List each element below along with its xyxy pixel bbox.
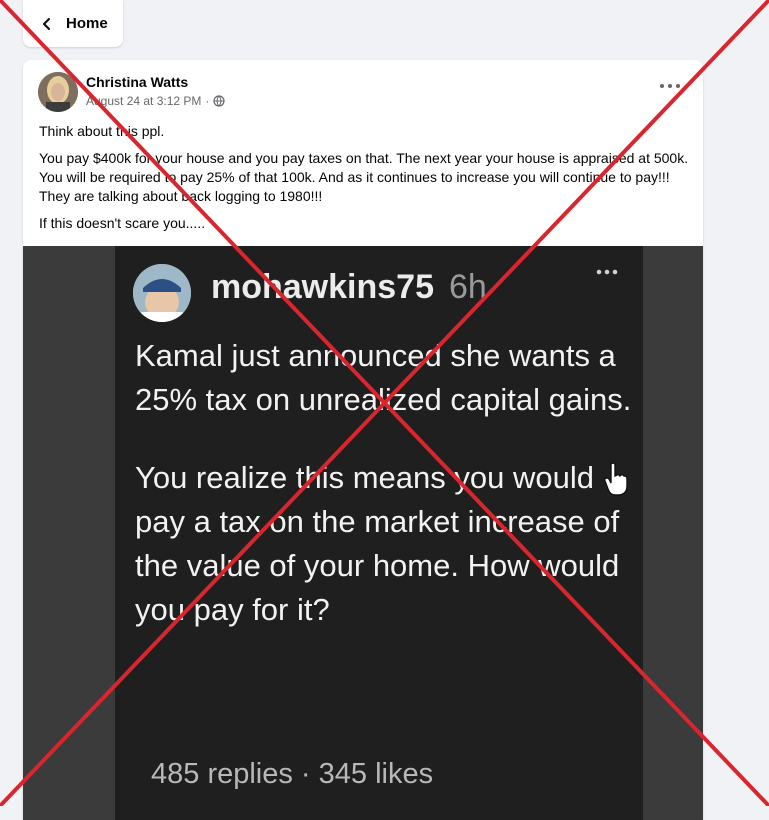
post-timestamp[interactable]: August 24 at 3:12 PM: [86, 94, 201, 108]
hand-cursor-icon: [604, 462, 628, 496]
avatar-image: [38, 72, 78, 112]
screenshot-stats: 485 replies · 345 likes: [151, 758, 434, 790]
facebook-post: Christina Watts August 24 at 3:12 PM · T…: [23, 60, 703, 820]
meta-separator: ·: [205, 94, 210, 108]
screenshot-paragraph: You realize this means you would pay a t…: [135, 460, 620, 627]
post-text: Think about this ppl. You pay $400k for …: [39, 122, 689, 241]
author-name[interactable]: Christina Watts: [86, 74, 188, 90]
post-photo[interactable]: mohawkins75 6h Kamal just announced she …: [23, 246, 703, 820]
home-back-button[interactable]: Home: [23, 0, 123, 47]
screenshot-body: Kamal just announced she wants a 25% tax…: [135, 334, 635, 666]
more-options-icon[interactable]: [659, 82, 681, 90]
globe-icon: [213, 95, 226, 107]
home-label: Home: [66, 15, 108, 32]
author-avatar[interactable]: [38, 72, 78, 112]
chevron-left-icon: [43, 17, 50, 30]
embedded-screenshot: mohawkins75 6h Kamal just announced she …: [115, 246, 643, 820]
post-paragraph: Think about this ppl.: [39, 123, 165, 139]
post-meta: August 24 at 3:12 PM ·: [86, 94, 226, 108]
screenshot-avatar: [133, 264, 191, 322]
screenshot-username: mohawkins75: [211, 268, 434, 306]
screenshot-time: 6h: [449, 268, 487, 306]
post-paragraph: If this doesn't scare you.....: [39, 215, 206, 231]
post-paragraph: You pay $400k for your house and you pay…: [39, 150, 689, 204]
screenshot-paragraph: Kamal just announced she wants a 25% tax…: [135, 338, 632, 417]
screenshot-more-icon: [596, 269, 618, 275]
